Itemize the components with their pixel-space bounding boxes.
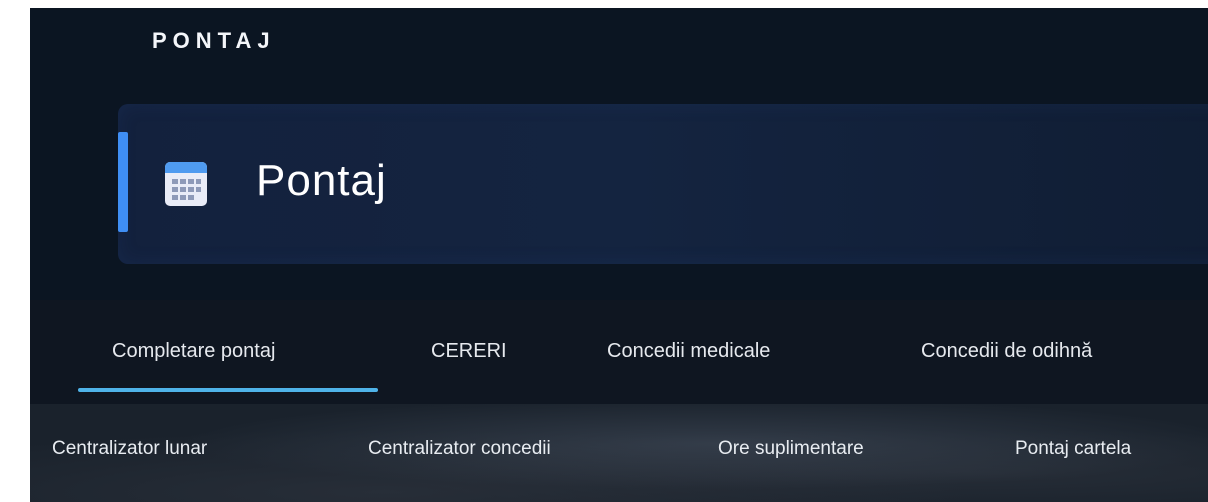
module-card-pontaj[interactable]: Pontaj › — [118, 104, 1208, 264]
tab-completare-pontaj[interactable]: Completare pontaj — [112, 340, 275, 363]
subnav-pontaj-cartela[interactable]: Pontaj cartela — [1015, 438, 1131, 460]
accent-bar — [118, 132, 128, 232]
calendar-icon — [165, 162, 207, 206]
section-title: PONTAJ — [152, 28, 276, 53]
sub-navigation: Centralizator lunar Centralizator conced… — [30, 404, 1208, 502]
tab-concedii-medicale[interactable]: Concedii medicale — [607, 340, 770, 363]
subnav-centralizator-lunar[interactable]: Centralizator lunar — [52, 438, 207, 460]
tab-bar: Completare pontaj CERERI Concedii medica… — [30, 300, 1208, 404]
subnav-centralizator-concedii[interactable]: Centralizator concedii — [368, 438, 551, 460]
subnav-ore-suplimentare[interactable]: Ore suplimentare — [718, 438, 864, 460]
app-frame: PONTAJ Pontaj › Completare pontaj CERERI… — [30, 8, 1208, 502]
tab-cereri[interactable]: CERERI — [431, 340, 507, 363]
tab-concedii-de-odihna[interactable]: Concedii de odihnă — [921, 340, 1092, 363]
module-label: Pontaj — [256, 156, 387, 205]
active-tab-indicator — [78, 388, 378, 392]
